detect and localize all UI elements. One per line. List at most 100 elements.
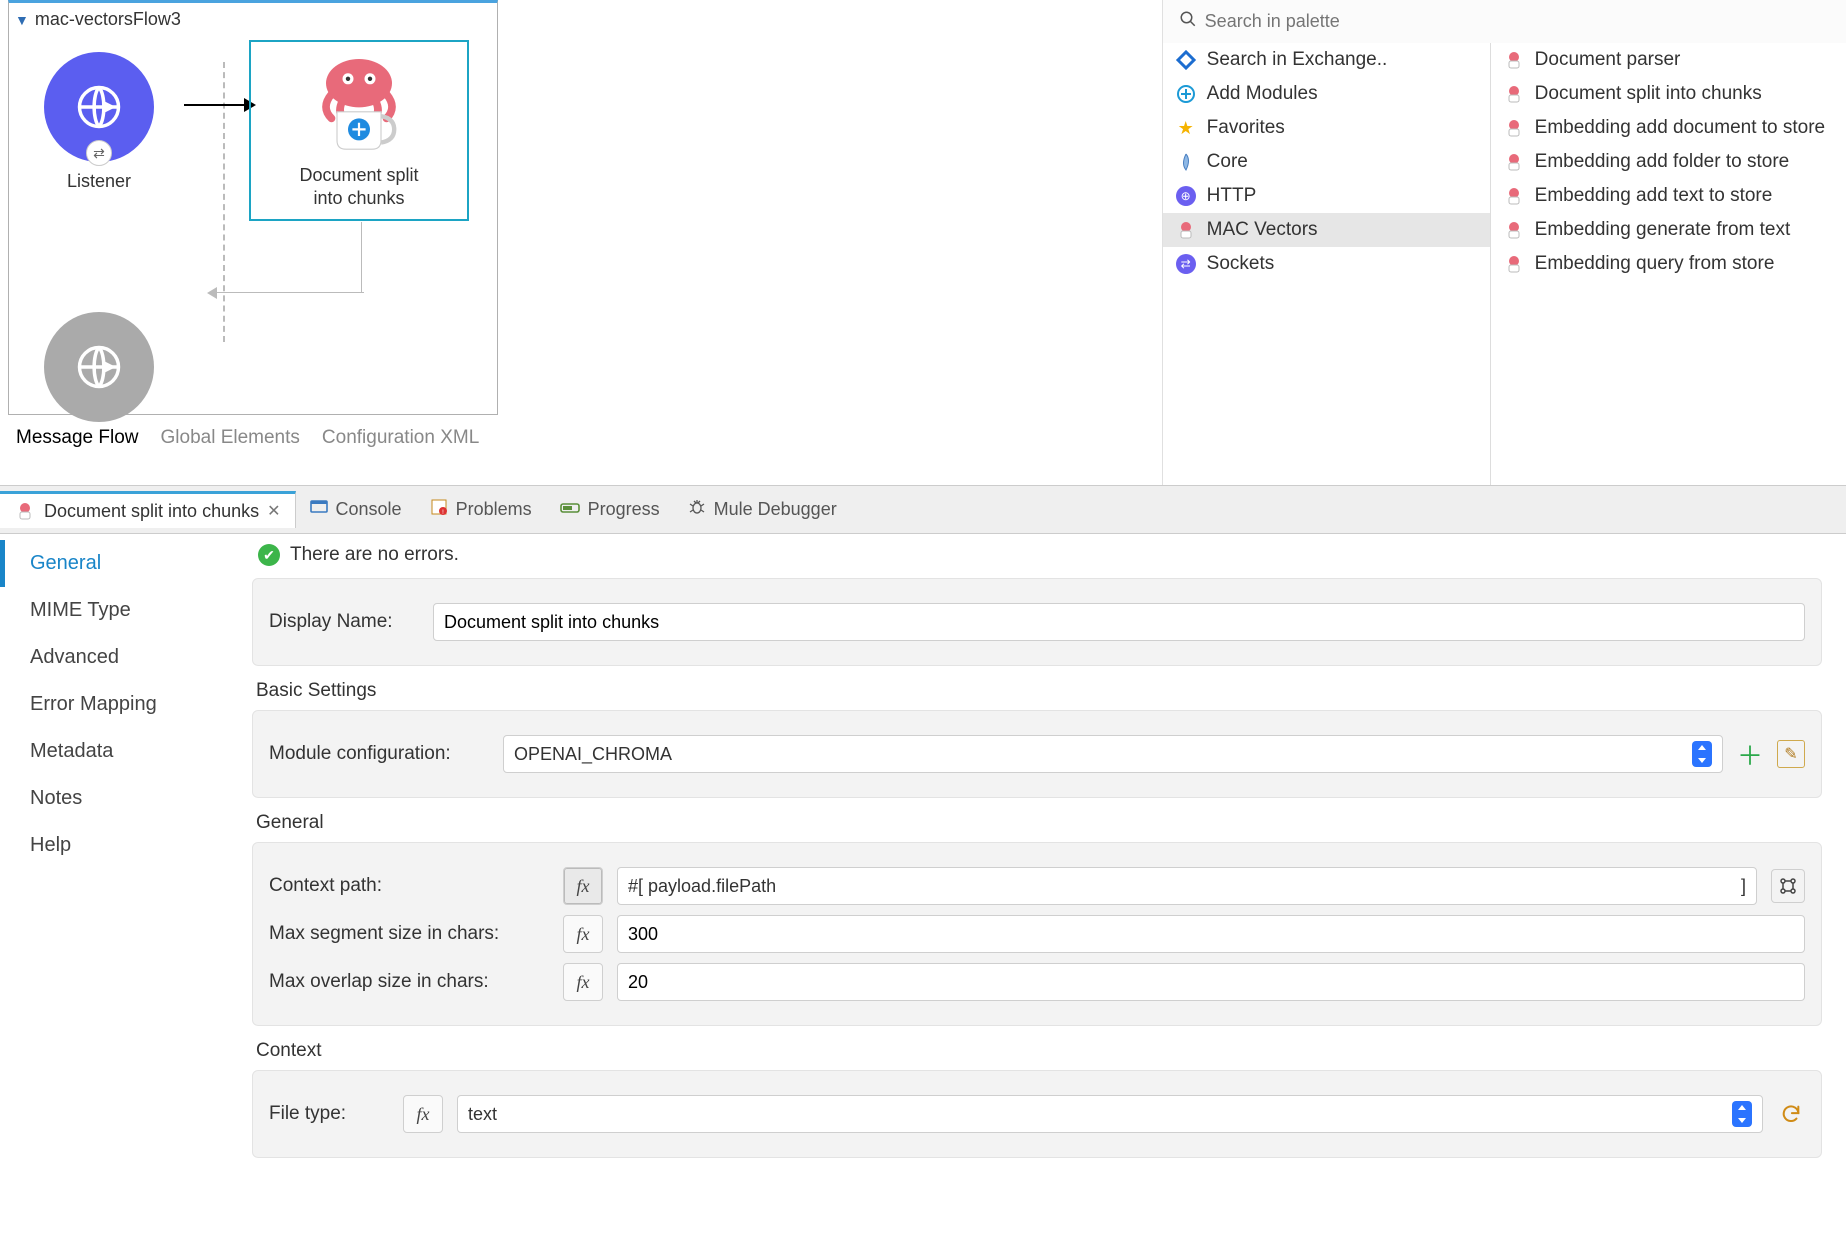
canvas-tabs: Message Flow Global Elements Configurati… — [0, 427, 1162, 459]
select-stepper-icon — [1692, 741, 1712, 767]
mac-vectors-icon — [1503, 151, 1525, 173]
close-icon[interactable]: ✕ — [267, 501, 280, 521]
side-item-general[interactable]: General — [0, 540, 242, 587]
search-icon — [1179, 10, 1197, 33]
connector-vertical — [361, 222, 362, 292]
mac-vectors-icon — [14, 500, 36, 522]
max-segment-input[interactable] — [617, 915, 1805, 953]
palette-search[interactable] — [1173, 6, 1836, 37]
op-embed-gen-text[interactable]: Embedding generate from text — [1491, 213, 1846, 247]
tab-problems[interactable]: ! Problems — [416, 492, 546, 527]
mac-vectors-icon — [1503, 117, 1525, 139]
module-config-select[interactable]: OPENAI_CHROMA — [503, 735, 1723, 773]
exchange-badge-icon: ⇄ — [86, 140, 112, 166]
op-document-parser[interactable]: Document parser — [1491, 43, 1846, 77]
ok-icon: ✔ — [258, 544, 280, 566]
data-sense-button[interactable] — [1771, 869, 1805, 903]
palette-cat-sockets[interactable]: ⇄ Sockets — [1163, 247, 1490, 281]
doc-split-label: Document split into chunks — [251, 164, 467, 211]
side-item-notes[interactable]: Notes — [0, 775, 242, 822]
context-path-label: Context path: — [269, 875, 549, 897]
flow-canvas[interactable]: ▼ mac-vectorsFlow3 ⇄ Listener — [0, 0, 1163, 485]
context-path-input[interactable]: #[ payload.filePath ] — [617, 867, 1757, 905]
listener-node[interactable]: ⇄ Listener — [19, 52, 179, 193]
refresh-button[interactable] — [1777, 1100, 1805, 1128]
tab-global-elements[interactable]: Global Elements — [161, 427, 300, 449]
tab-message-flow[interactable]: Message Flow — [16, 427, 139, 449]
side-item-help[interactable]: Help — [0, 822, 242, 869]
flow-container[interactable]: ▼ mac-vectorsFlow3 ⇄ Listener — [8, 0, 498, 415]
mac-vectors-icon — [1503, 185, 1525, 207]
op-document-split[interactable]: Document split into chunks — [1491, 77, 1846, 111]
listener-icon: ⇄ — [44, 52, 154, 162]
op-embed-add-text[interactable]: Embedding add text to store — [1491, 179, 1846, 213]
doc-split-node[interactable]: Document split into chunks — [249, 40, 469, 221]
side-item-metadata[interactable]: Metadata — [0, 728, 242, 775]
palette-cat-add-modules[interactable]: Add Modules — [1163, 77, 1490, 111]
progress-icon — [560, 499, 580, 520]
side-item-mime[interactable]: MIME Type — [0, 587, 242, 634]
palette-cat-exchange[interactable]: Search in Exchange.. — [1163, 43, 1490, 77]
edit-config-button[interactable]: ✎ — [1777, 740, 1805, 768]
palette-cat-favorites[interactable]: ★ Favorites — [1163, 111, 1490, 145]
http-icon: ⊕ — [1175, 185, 1197, 207]
flow-arrow-icon — [184, 104, 254, 106]
context-title: Context — [256, 1040, 1818, 1062]
palette-search-input[interactable] — [1205, 11, 1830, 32]
palette-cat-core[interactable]: Core — [1163, 145, 1490, 179]
max-overlap-input[interactable] — [617, 963, 1805, 1001]
display-name-group: Display Name: — [252, 578, 1822, 666]
add-config-button[interactable]: ＋ — [1737, 736, 1763, 773]
fx-toggle-file-type[interactable]: fx — [403, 1095, 443, 1133]
op-embed-query[interactable]: Embedding query from store — [1491, 247, 1846, 281]
mac-vectors-icon — [1503, 83, 1525, 105]
panel-tab-bar: Document split into chunks ✕ Console ! P… — [0, 486, 1846, 534]
side-item-advanced[interactable]: Advanced — [0, 634, 242, 681]
properties-side-nav: General MIME Type Advanced Error Mapping… — [0, 534, 242, 1172]
general-group: Context path: fx #[ payload.filePath ] M… — [252, 842, 1822, 1026]
properties-form: ✔ There are no errors. Display Name: Bas… — [242, 534, 1846, 1172]
basic-settings-group: Module configuration: OPENAI_CHROMA ＋ ✎ — [252, 710, 1822, 798]
bug-icon — [688, 498, 706, 521]
collapse-arrow-icon[interactable]: ▼ — [15, 12, 29, 28]
max-overlap-label: Max overlap size in chars: — [269, 971, 549, 993]
select-stepper-icon — [1732, 1101, 1752, 1127]
star-icon: ★ — [1175, 117, 1197, 139]
palette-cat-http[interactable]: ⊕ HTTP — [1163, 179, 1490, 213]
plus-circle-icon — [1175, 83, 1197, 105]
max-segment-label: Max segment size in chars: — [269, 923, 549, 945]
palette-categories: Search in Exchange.. Add Modules ★ Favor… — [1163, 43, 1491, 485]
tab-progress[interactable]: Progress — [546, 493, 674, 526]
op-embed-add-doc[interactable]: Embedding add document to store — [1491, 111, 1846, 145]
mac-vectors-icon — [1503, 253, 1525, 275]
op-embed-add-folder[interactable]: Embedding add folder to store — [1491, 145, 1846, 179]
mule-palette: Search in Exchange.. Add Modules ★ Favor… — [1163, 0, 1846, 485]
mac-vectors-icon — [1503, 219, 1525, 241]
fx-toggle-max-overlap[interactable]: fx — [563, 963, 603, 1001]
problems-icon: ! — [430, 498, 448, 521]
mac-vectors-node-icon — [304, 48, 414, 158]
tab-doc-split-props[interactable]: Document split into chunks ✕ — [0, 491, 296, 528]
file-type-select[interactable]: text — [457, 1095, 1763, 1133]
tab-config-xml[interactable]: Configuration XML — [322, 427, 479, 449]
exchange-icon — [1175, 49, 1197, 71]
listener-label: Listener — [19, 170, 179, 193]
ghost-node[interactable] — [19, 312, 179, 430]
palette-operations: Document parser Document split into chun… — [1491, 43, 1846, 485]
display-name-input[interactable] — [433, 603, 1805, 641]
display-name-label: Display Name: — [269, 611, 419, 633]
flow-name: mac-vectorsFlow3 — [35, 9, 181, 30]
core-icon — [1175, 151, 1197, 173]
mac-vectors-icon — [1175, 219, 1197, 241]
fx-toggle-max-segment[interactable]: fx — [563, 915, 603, 953]
console-icon — [310, 498, 328, 521]
tab-console[interactable]: Console — [296, 492, 416, 527]
context-group: File type: fx text — [252, 1070, 1822, 1158]
validation-status: ✔ There are no errors. — [252, 544, 1822, 566]
sockets-icon: ⇄ — [1175, 253, 1197, 275]
palette-cat-mac-vectors[interactable]: MAC Vectors — [1163, 213, 1490, 247]
side-item-error-mapping[interactable]: Error Mapping — [0, 681, 242, 728]
file-type-label: File type: — [269, 1103, 389, 1125]
tab-mule-debugger[interactable]: Mule Debugger — [674, 492, 851, 527]
fx-toggle-context-path[interactable]: fx — [563, 867, 603, 905]
